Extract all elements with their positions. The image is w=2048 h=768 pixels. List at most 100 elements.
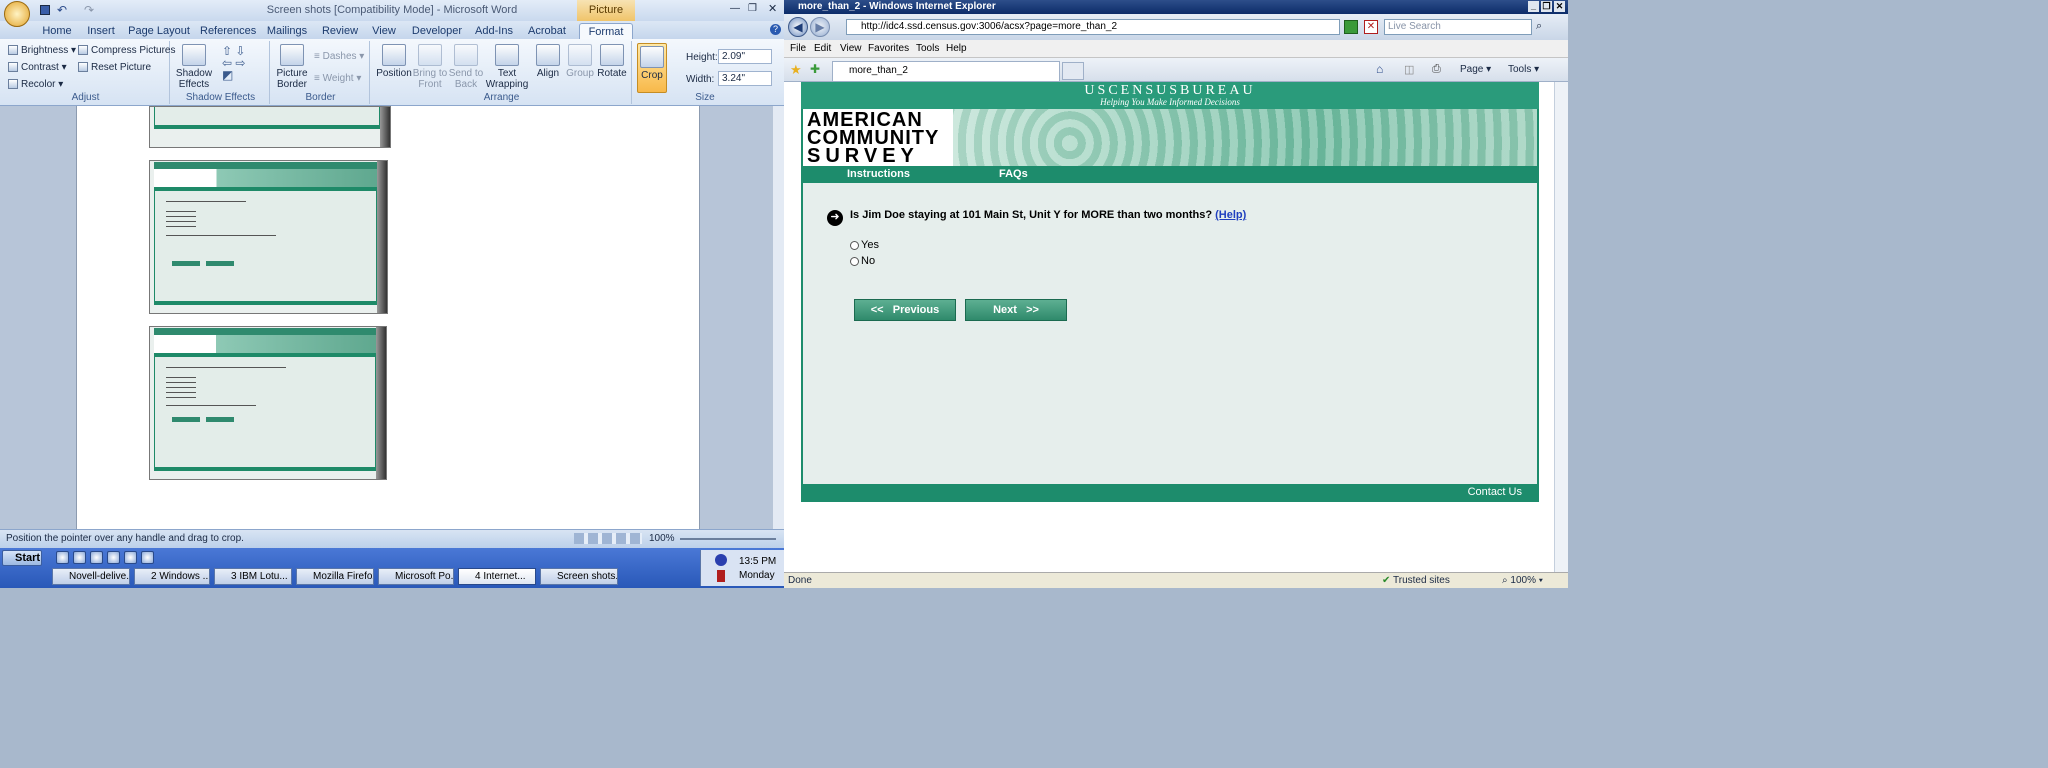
contact-us-link[interactable]: Contact Us <box>1468 486 1522 498</box>
text-wrapping-button[interactable]: Text Wrapping <box>484 44 530 90</box>
feeds-icon[interactable]: ◫ <box>1404 63 1414 76</box>
menu-file[interactable]: File <box>790 43 806 54</box>
tools-menu-button[interactable]: Tools ▾ <box>1508 64 1539 75</box>
bring-to-front-button[interactable]: Bring to Front <box>410 44 450 90</box>
send-to-back-button[interactable]: Send to Back <box>446 44 486 90</box>
width-input[interactable]: 3.24" <box>718 71 772 86</box>
tab-mailings[interactable]: Mailings <box>265 23 309 39</box>
new-tab-button[interactable] <box>1062 62 1084 80</box>
office-button[interactable] <box>4 1 30 27</box>
shadow-effects-button[interactable]: Shadow Effects <box>174 44 214 90</box>
screenshot-thumb-2[interactable] <box>149 160 388 314</box>
restore-icon[interactable]: ❐ <box>748 3 757 14</box>
rotate-button[interactable]: Rotate <box>596 44 628 79</box>
menu-tools[interactable]: Tools <box>916 43 939 54</box>
ie-window: more_than_2 - Windows Internet Explorer … <box>784 0 1568 588</box>
add-favorites-icon[interactable]: ✚ <box>810 62 820 76</box>
option-no[interactable]: No <box>850 255 875 267</box>
nudge-shadow-icons[interactable]: ⇧ ⇩ ⇦ ⇨ ◩ <box>222 45 262 85</box>
help-link[interactable]: (Help) <box>1215 209 1246 221</box>
group-button[interactable]: Group <box>566 44 594 79</box>
menu-view[interactable]: View <box>840 43 862 54</box>
start-button[interactable]: Start <box>2 550 42 566</box>
tab-review[interactable]: Review <box>320 23 360 39</box>
help-icon[interactable]: ? <box>770 24 781 35</box>
tab-acrobat[interactable]: Acrobat <box>524 23 570 39</box>
nav-instructions[interactable]: Instructions <box>847 168 910 180</box>
position-label: Position <box>376 68 412 79</box>
tab-references[interactable]: References <box>200 23 256 39</box>
trusted-zone[interactable]: ✔ Trusted sites <box>1382 575 1450 586</box>
home-icon[interactable]: ⌂ <box>1376 62 1383 76</box>
nav-faqs[interactable]: FAQs <box>999 168 1028 180</box>
tab-view[interactable]: View <box>370 23 398 39</box>
clock-time[interactable]: 13:5 PM <box>739 556 776 567</box>
reset-picture-button[interactable]: Reset Picture <box>78 62 151 73</box>
network-icon[interactable] <box>715 554 727 566</box>
contrast-button[interactable]: Contrast ▾ <box>8 62 67 73</box>
word-vertical-scrollbar[interactable] <box>772 106 784 529</box>
ie-minimize-icon[interactable]: _ <box>1528 1 1539 12</box>
taskbar-btn-internet-explorer[interactable]: 4 Internet... <box>458 568 536 585</box>
page-menu-button[interactable]: Page ▾ <box>1460 64 1491 75</box>
text-wrap-icon <box>495 44 519 66</box>
print-icon[interactable]: ⎙ <box>1432 63 1441 76</box>
taskbar-btn-windows[interactable]: 2 Windows ... <box>134 568 210 585</box>
menu-help[interactable]: Help <box>946 43 967 54</box>
taskbar-btn-powerpoint[interactable]: Microsoft Po... <box>378 568 454 585</box>
security-icon[interactable] <box>717 570 725 582</box>
menu-favorites[interactable]: Favorites <box>868 43 909 54</box>
forward-icon[interactable]: ▶ <box>810 17 830 37</box>
align-button[interactable]: Align <box>534 44 562 79</box>
view-buttons[interactable] <box>574 533 642 544</box>
taskbar-btn-lotus[interactable]: 3 IBM Lotu... <box>214 568 292 585</box>
media-quicklaunch-icon[interactable] <box>107 551 120 564</box>
tab-add-ins[interactable]: Add-Ins <box>474 23 514 39</box>
crop-button[interactable]: Crop <box>637 43 667 93</box>
zoom-slider[interactable] <box>680 538 776 540</box>
screenshot-thumb-3[interactable] <box>149 326 387 480</box>
next-button[interactable]: Next >> <box>965 299 1067 321</box>
tab-page-layout[interactable]: Page Layout <box>128 23 190 39</box>
tab-home[interactable]: Home <box>40 23 74 39</box>
ie-quicklaunch-icon[interactable] <box>56 551 69 564</box>
back-icon[interactable]: ◀ <box>788 17 808 37</box>
recolor-button[interactable]: Recolor ▾ <box>8 79 63 90</box>
ie-restore-icon[interactable]: ❐ <box>1541 1 1552 12</box>
app-quicklaunch-icon[interactable] <box>141 551 154 564</box>
favorites-star-icon[interactable]: ★ <box>790 62 802 78</box>
outlook-quicklaunch-icon[interactable] <box>124 551 137 564</box>
menu-edit[interactable]: Edit <box>814 43 831 54</box>
search-input[interactable]: Live Search <box>1384 19 1532 35</box>
address-input[interactable]: http://idc4.ssd.census.gov:3006/acsx?pag… <box>846 19 1340 35</box>
tab-format[interactable]: Format <box>579 23 633 39</box>
firefox-quicklaunch-icon[interactable] <box>73 551 86 564</box>
previous-button[interactable]: << Previous <box>854 299 956 321</box>
position-button[interactable]: Position <box>374 44 414 79</box>
ie-vertical-scrollbar[interactable] <box>1554 82 1568 572</box>
tab-more-than-2[interactable]: more_than_2 <box>832 61 1060 81</box>
compress-pictures-button[interactable]: Compress Pictures <box>78 45 175 56</box>
refresh-icon[interactable] <box>1344 20 1358 34</box>
ie-zoom[interactable]: ⌕ 100% ▾ <box>1502 575 1543 586</box>
ie-close-icon[interactable]: ✕ <box>1554 1 1565 12</box>
taskbar-btn-novell[interactable]: Novell-delive... <box>52 568 130 585</box>
stop-icon[interactable]: ✕ <box>1364 20 1378 34</box>
taskbar-btn-screen-shots[interactable]: Screen shots... <box>540 568 618 585</box>
yes-radio[interactable] <box>850 240 859 250</box>
minimize-icon[interactable]: — <box>730 3 740 14</box>
picture-border-button[interactable]: Picture Border <box>274 44 310 90</box>
taskbar-btn-firefox[interactable]: Mozilla Firefox <box>296 568 374 585</box>
weight-button[interactable]: ≡ Weight ▾ <box>314 73 361 84</box>
close-icon[interactable]: ✕ <box>768 2 777 15</box>
folder-quicklaunch-icon[interactable] <box>90 551 103 564</box>
height-input[interactable]: 2.09" <box>718 49 772 64</box>
option-yes[interactable]: Yes <box>850 239 879 251</box>
search-icon[interactable]: ⌕ <box>1536 20 1542 33</box>
no-radio[interactable] <box>850 256 859 266</box>
dashes-button[interactable]: ≡ Dashes ▾ <box>314 51 364 62</box>
brightness-button[interactable]: Brightness ▾ <box>8 45 76 56</box>
tab-insert[interactable]: Insert <box>85 23 117 39</box>
tab-developer[interactable]: Developer <box>410 23 464 39</box>
screenshot-thumb-1[interactable] <box>149 106 391 148</box>
